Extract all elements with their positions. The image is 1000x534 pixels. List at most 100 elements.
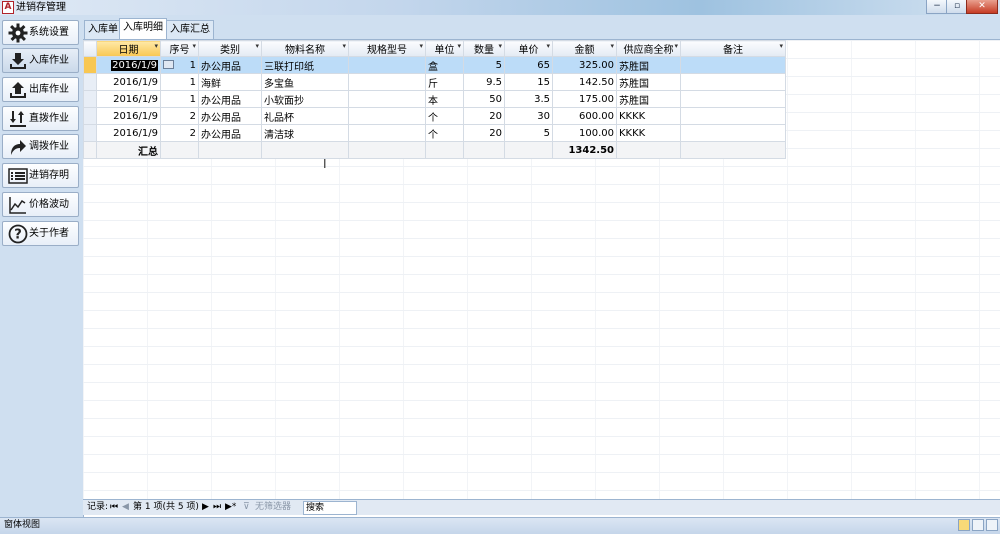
close-button[interactable]: ✕ [966, 0, 998, 14]
column-header-spec[interactable]: 规格型号 ▾ [348, 40, 426, 57]
column-header-supplier[interactable]: 供应商全称 ▾ [616, 40, 681, 57]
previous-record-button[interactable]: ◀ [122, 500, 129, 514]
table-row[interactable]: 2016/1/9 1 办公用品 三联打印纸 盒 5 65 325.00 苏胜国 [83, 56, 786, 74]
cell-unit-price[interactable]: 30 [504, 107, 553, 125]
cell-supplier[interactable]: 苏胜国 [616, 56, 681, 74]
cell-unit-price[interactable]: 3.5 [504, 90, 553, 108]
chevron-down-icon[interactable]: ▾ [498, 42, 502, 50]
tab-stock-in-order[interactable]: 入库单 [84, 20, 122, 39]
cell-amount[interactable]: 600.00 [552, 107, 617, 125]
cell-unit-price[interactable]: 65 [504, 56, 553, 74]
row-selector[interactable] [83, 124, 97, 142]
cell-quantity[interactable]: 9.5 [463, 73, 505, 91]
table-row[interactable]: 2016/1/9 2 办公用品 礼品杯 个 20 30 600.00 KKKK [83, 107, 786, 125]
cell-remarks[interactable] [680, 56, 786, 74]
column-header-amount[interactable]: 金额 ▾ [552, 40, 617, 57]
last-record-button[interactable]: ⏭ [213, 500, 221, 514]
cell-date[interactable]: 2016/1/9 [96, 124, 161, 142]
cell-unit-price[interactable]: 5 [504, 124, 553, 142]
cell-spec[interactable] [348, 56, 426, 74]
row-selector[interactable] [83, 73, 97, 91]
chevron-down-icon[interactable]: ▾ [674, 42, 678, 50]
cell-seq[interactable]: 1 [160, 90, 199, 108]
cell-quantity[interactable]: 20 [463, 107, 505, 125]
cell-seq[interactable]: 1 [160, 56, 199, 74]
cell-amount[interactable]: 175.00 [552, 90, 617, 108]
design-view-icon[interactable] [986, 519, 998, 531]
column-header-seq[interactable]: 序号 ▾ [160, 40, 199, 57]
search-input[interactable]: 搜索 [303, 501, 357, 515]
cell-category[interactable]: 办公用品 [198, 56, 262, 74]
cell-remarks[interactable] [680, 124, 786, 142]
table-row[interactable]: 2016/1/9 2 办公用品 清洁球 个 20 5 100.00 KKKK [83, 124, 786, 142]
nav-direct-transfer-button[interactable]: 直拨作业 [2, 106, 79, 131]
nav-stock-out-button[interactable]: 出库作业 [2, 77, 79, 102]
next-record-button[interactable]: ▶ [202, 500, 209, 514]
row-selector[interactable] [83, 56, 97, 74]
column-header-date[interactable]: 日期 ▾ [96, 40, 161, 57]
chevron-down-icon[interactable]: ▾ [610, 42, 614, 50]
cell-seq[interactable]: 2 [160, 124, 199, 142]
cell-unit[interactable]: 斤 [425, 73, 464, 91]
cell-seq[interactable]: 2 [160, 107, 199, 125]
cell-spec[interactable] [348, 73, 426, 91]
cell-unit[interactable]: 本 [425, 90, 464, 108]
table-row[interactable]: 2016/1/9 1 办公用品 小软面抄 本 50 3.5 175.00 苏胜国 [83, 90, 786, 108]
cell-remarks[interactable] [680, 90, 786, 108]
column-header-unit-price[interactable]: 单价 ▾ [504, 40, 553, 57]
cell-spec[interactable] [348, 90, 426, 108]
cell-amount[interactable]: 325.00 [552, 56, 617, 74]
datasheet-view-icon[interactable] [972, 519, 984, 531]
cell-category[interactable]: 办公用品 [198, 124, 262, 142]
chevron-down-icon[interactable]: ▾ [419, 42, 423, 50]
column-header-material-name[interactable]: 物料名称 ▾ [261, 40, 349, 57]
cell-date[interactable]: 2016/1/9 [96, 56, 161, 74]
cell-date[interactable]: 2016/1/9 [96, 73, 161, 91]
no-filter-status[interactable]: 无筛选器 [255, 500, 291, 514]
column-header-unit[interactable]: 单位 ▾ [425, 40, 464, 57]
cell-date[interactable]: 2016/1/9 [96, 107, 161, 125]
chevron-down-icon[interactable]: ▾ [255, 42, 259, 50]
cell-unit[interactable]: 盒 [425, 56, 464, 74]
cell-remarks[interactable] [680, 73, 786, 91]
minimize-button[interactable]: − [926, 0, 948, 14]
cell-quantity[interactable]: 5 [463, 56, 505, 74]
restore-button[interactable]: ▫ [946, 0, 968, 14]
cell-unit[interactable]: 个 [425, 107, 464, 125]
cell-spec[interactable] [348, 124, 426, 142]
new-record-button[interactable]: ▶* [225, 500, 236, 514]
nav-allocation-button[interactable]: 调拨作业 [2, 134, 79, 159]
cell-category[interactable]: 海鲜 [198, 73, 262, 91]
cell-material-name[interactable]: 礼品杯 [261, 107, 349, 125]
cell-material-name[interactable]: 三联打印纸 [261, 56, 349, 74]
nav-stock-in-button[interactable]: 入库作业 [2, 48, 79, 73]
cell-seq[interactable]: 1 [160, 73, 199, 91]
cell-category[interactable]: 办公用品 [198, 90, 262, 108]
row-selector[interactable] [83, 90, 97, 108]
tab-stock-in-detail[interactable]: 入库明细 [119, 18, 167, 39]
column-header-category[interactable]: 类别 ▾ [198, 40, 262, 57]
chevron-down-icon[interactable]: ▾ [342, 42, 346, 50]
cell-quantity[interactable]: 50 [463, 90, 505, 108]
cell-material-name[interactable]: 清洁球 [261, 124, 349, 142]
cell-material-name[interactable]: 小软面抄 [261, 90, 349, 108]
cell-quantity[interactable]: 20 [463, 124, 505, 142]
cell-date[interactable]: 2016/1/9 [96, 90, 161, 108]
row-selector[interactable] [83, 107, 97, 125]
chevron-down-icon[interactable]: ▾ [154, 42, 158, 50]
cell-amount[interactable]: 142.50 [552, 73, 617, 91]
nav-inventory-detail-button[interactable]: 进销存明细 [2, 163, 79, 205]
record-position[interactable]: 第 1 项(共 5 项) [133, 500, 199, 514]
cell-unit-price[interactable]: 15 [504, 73, 553, 91]
chevron-down-icon[interactable]: ▾ [457, 42, 461, 50]
select-all-corner[interactable] [83, 40, 97, 57]
cell-amount[interactable]: 100.00 [552, 124, 617, 142]
cell-supplier[interactable]: KKKK [616, 107, 681, 125]
chevron-down-icon[interactable]: ▾ [546, 42, 550, 50]
nav-about-author-button[interactable]: ? 关于作者 [2, 221, 79, 246]
cell-spec[interactable] [348, 107, 426, 125]
tab-stock-in-summary[interactable]: 入库汇总 [166, 20, 214, 39]
cell-supplier[interactable]: 苏胜国 [616, 73, 681, 91]
chevron-down-icon[interactable]: ▾ [779, 42, 783, 50]
table-row[interactable]: 2016/1/9 1 海鲜 多宝鱼 斤 9.5 15 142.50 苏胜国 [83, 73, 786, 91]
